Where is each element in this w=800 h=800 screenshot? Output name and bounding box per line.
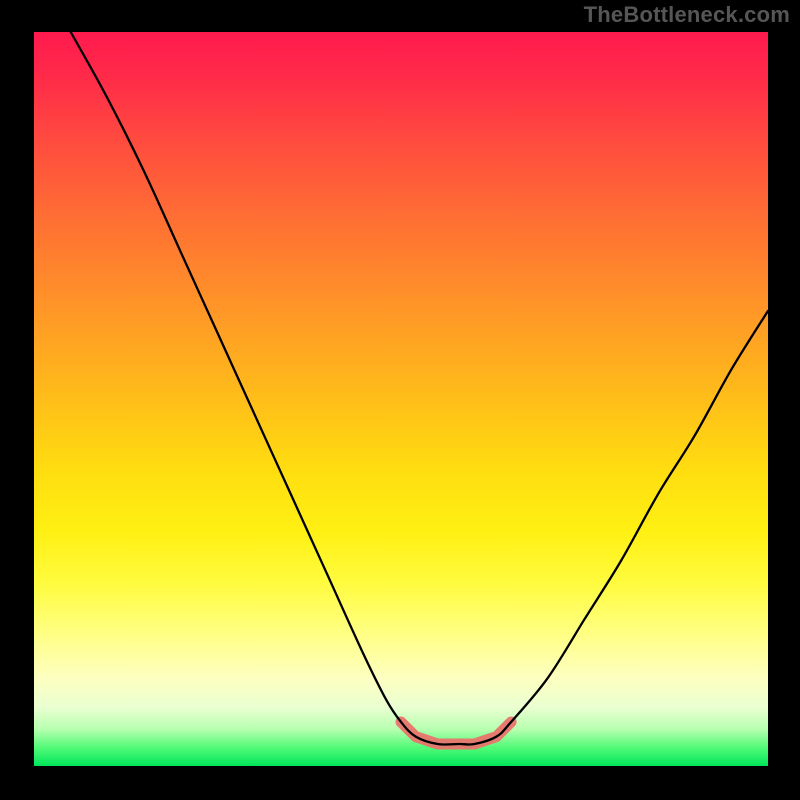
chart-frame: TheBottleneck.com xyxy=(0,0,800,800)
watermark-label: TheBottleneck.com xyxy=(584,2,790,28)
trough-highlight xyxy=(401,722,511,744)
chart-svg xyxy=(34,32,768,766)
bottleneck-curve xyxy=(71,32,768,745)
plot-area xyxy=(34,32,768,766)
